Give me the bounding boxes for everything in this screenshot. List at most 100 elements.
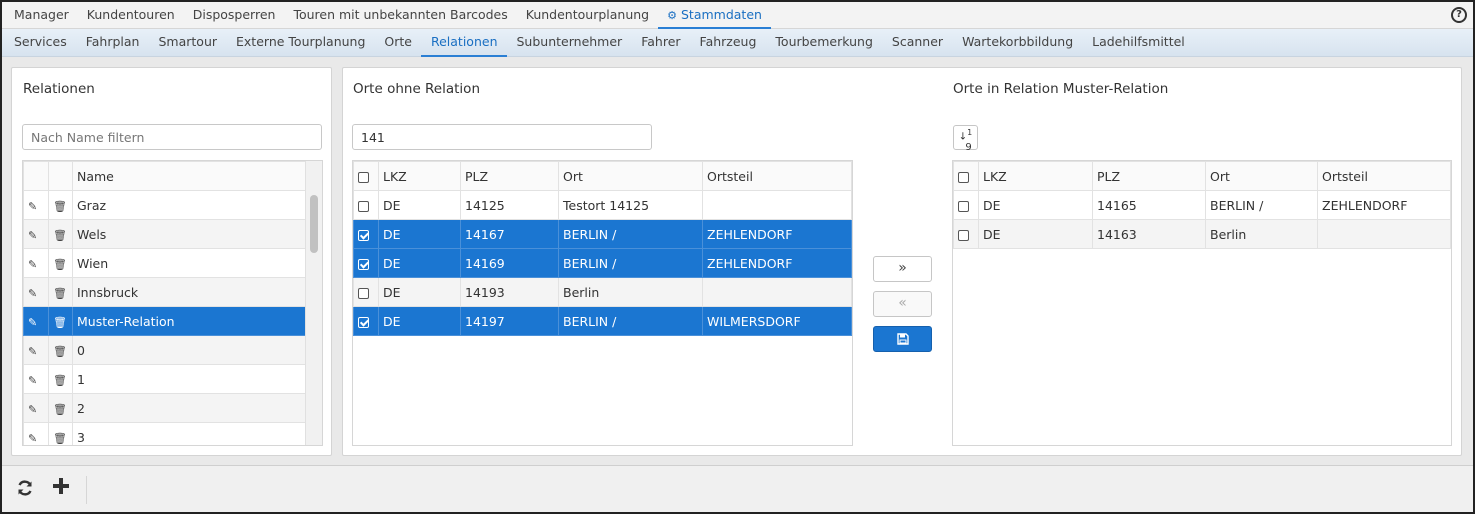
row-checkbox[interactable] <box>358 258 369 270</box>
remove-from-relation-button[interactable]: « <box>873 291 932 317</box>
table-row[interactable]: ✎ 🗑 Wien <box>23 248 307 278</box>
topnav-kundentourplanung[interactable]: Kundentourplanung <box>517 2 658 29</box>
relationen-scrollbar[interactable] <box>305 161 322 445</box>
row-checkbox[interactable] <box>958 200 969 212</box>
topnav-stammdaten[interactable]: ⚙ Stammdaten <box>658 2 771 29</box>
table-row[interactable]: ✎ 🗑 Graz <box>23 190 307 220</box>
select-all-in-relation-header[interactable] <box>953 161 979 191</box>
delete-cell[interactable]: 🗑 <box>48 335 73 365</box>
subnav-scanner[interactable]: Scanner <box>882 29 952 57</box>
relation-name[interactable]: Innsbruck <box>72 277 307 307</box>
delete-cell[interactable]: 🗑 <box>48 219 73 249</box>
topnav-kundentouren[interactable]: Kundentouren <box>78 2 184 29</box>
delete-cell[interactable]: 🗑 <box>48 190 73 220</box>
relation-name[interactable]: Wels <box>72 219 307 249</box>
relation-name[interactable]: Muster-Relation <box>72 306 307 336</box>
delete-cell[interactable]: 🗑 <box>48 393 73 423</box>
edit-cell[interactable]: ✎ <box>23 248 49 278</box>
edit-icon[interactable]: ✎ <box>28 200 37 213</box>
edit-cell[interactable]: ✎ <box>23 277 49 307</box>
plz-column-header[interactable]: PLZ <box>460 161 559 191</box>
table-row[interactable]: DE 14193 Berlin <box>353 277 852 307</box>
row-checkbox-cell[interactable] <box>353 248 379 278</box>
refresh-icon[interactable] <box>16 478 34 502</box>
delete-cell[interactable]: 🗑 <box>48 422 73 445</box>
table-row[interactable]: ✎ 🗑 Innsbruck <box>23 277 307 307</box>
topnav-touren-unbekannte-barcodes[interactable]: Touren mit unbekannten Barcodes <box>284 2 516 29</box>
edit-icon[interactable]: ✎ <box>28 287 37 300</box>
subnav-orte[interactable]: Orte <box>375 29 422 57</box>
ortsteil-column-header[interactable]: Ortsteil <box>1317 161 1451 191</box>
ortsteil-column-header[interactable]: Ortsteil <box>702 161 852 191</box>
sort-numeric-button[interactable]: ↓1 9 <box>953 125 978 153</box>
delete-cell[interactable]: 🗑 <box>48 306 73 336</box>
edit-cell[interactable]: ✎ <box>23 422 49 445</box>
table-row[interactable]: ✎ 🗑 Muster-Relation <box>23 306 307 336</box>
topnav-manager[interactable]: Manager <box>2 2 78 29</box>
help-icon[interactable]: ? <box>1451 7 1467 23</box>
add-to-relation-button[interactable]: » <box>873 256 932 282</box>
relation-name[interactable]: Graz <box>72 190 307 220</box>
select-all-in-relation-checkbox[interactable] <box>958 171 969 183</box>
trash-icon[interactable]: 🗑 <box>53 287 67 300</box>
subnav-services[interactable]: Services <box>2 29 76 57</box>
select-all-checkbox-header[interactable] <box>353 161 379 191</box>
lkz-column-header[interactable]: LKZ <box>378 161 461 191</box>
delete-cell[interactable]: 🗑 <box>48 364 73 394</box>
row-checkbox[interactable] <box>358 287 369 299</box>
subnav-smartour[interactable]: Smartour <box>149 29 227 57</box>
table-row[interactable]: ✎ 🗑 2 <box>23 393 307 423</box>
table-row[interactable]: ✎ 🗑 1 <box>23 364 307 394</box>
trash-icon[interactable]: 🗑 <box>53 200 67 213</box>
relation-name[interactable]: 2 <box>72 393 307 423</box>
relation-name[interactable]: 1 <box>72 364 307 394</box>
subnav-subunternehmer[interactable]: Subunternehmer <box>507 29 632 57</box>
edit-icon[interactable]: ✎ <box>28 345 37 358</box>
edit-icon[interactable]: ✎ <box>28 316 37 329</box>
row-checkbox[interactable] <box>358 200 369 212</box>
edit-icon[interactable]: ✎ <box>28 258 37 271</box>
edit-cell[interactable]: ✎ <box>23 364 49 394</box>
edit-cell[interactable]: ✎ <box>23 393 49 423</box>
trash-icon[interactable]: 🗑 <box>53 316 67 329</box>
table-row[interactable]: DE 14169 BERLIN / ZEHLENDORF <box>353 248 852 278</box>
subnav-fahrer[interactable]: Fahrer <box>632 29 690 57</box>
table-row[interactable]: DE 14197 BERLIN / WILMERSDORF <box>353 306 852 336</box>
row-checkbox-cell[interactable] <box>353 306 379 336</box>
relation-name[interactable]: Wien <box>72 248 307 278</box>
edit-icon[interactable]: ✎ <box>28 403 37 416</box>
row-checkbox[interactable] <box>358 229 369 241</box>
ort-column-header[interactable]: Ort <box>558 161 703 191</box>
relationen-filter-input[interactable] <box>22 124 322 150</box>
topnav-disposperren[interactable]: Disposperren <box>184 2 285 29</box>
trash-icon[interactable]: 🗑 <box>53 432 67 445</box>
delete-cell[interactable]: 🗑 <box>48 277 73 307</box>
table-row[interactable]: DE 14125 Testort 14125 <box>353 190 852 220</box>
delete-cell[interactable]: 🗑 <box>48 248 73 278</box>
trash-icon[interactable]: 🗑 <box>53 258 67 271</box>
save-button[interactable] <box>873 326 932 352</box>
edit-icon[interactable]: ✎ <box>28 432 37 445</box>
row-checkbox-cell[interactable] <box>953 190 979 220</box>
row-checkbox-cell[interactable] <box>353 190 379 220</box>
subnav-externe-tourplanung[interactable]: Externe Tourplanung <box>227 29 375 57</box>
row-checkbox-cell[interactable] <box>953 219 979 249</box>
trash-icon[interactable]: 🗑 <box>53 403 67 416</box>
ort-column-header[interactable]: Ort <box>1205 161 1318 191</box>
relation-name[interactable]: 3 <box>72 422 307 445</box>
orte-filter-input[interactable] <box>352 124 652 150</box>
add-icon[interactable] <box>52 476 70 500</box>
edit-icon[interactable]: ✎ <box>28 374 37 387</box>
subnav-fahrplan[interactable]: Fahrplan <box>76 29 149 57</box>
table-row[interactable]: DE 14165 BERLIN / ZEHLENDORF <box>953 190 1451 220</box>
row-checkbox[interactable] <box>358 316 369 328</box>
table-row[interactable]: ✎ 🗑 3 <box>23 422 307 445</box>
subnav-ladehilfsmittel[interactable]: Ladehilfsmittel <box>1083 29 1195 57</box>
select-all-checkbox[interactable] <box>358 171 369 183</box>
edit-cell[interactable]: ✎ <box>23 190 49 220</box>
edit-cell[interactable]: ✎ <box>23 219 49 249</box>
trash-icon[interactable]: 🗑 <box>53 374 67 387</box>
trash-icon[interactable]: 🗑 <box>53 345 67 358</box>
lkz-column-header[interactable]: LKZ <box>978 161 1093 191</box>
subnav-relationen[interactable]: Relationen <box>421 29 507 57</box>
